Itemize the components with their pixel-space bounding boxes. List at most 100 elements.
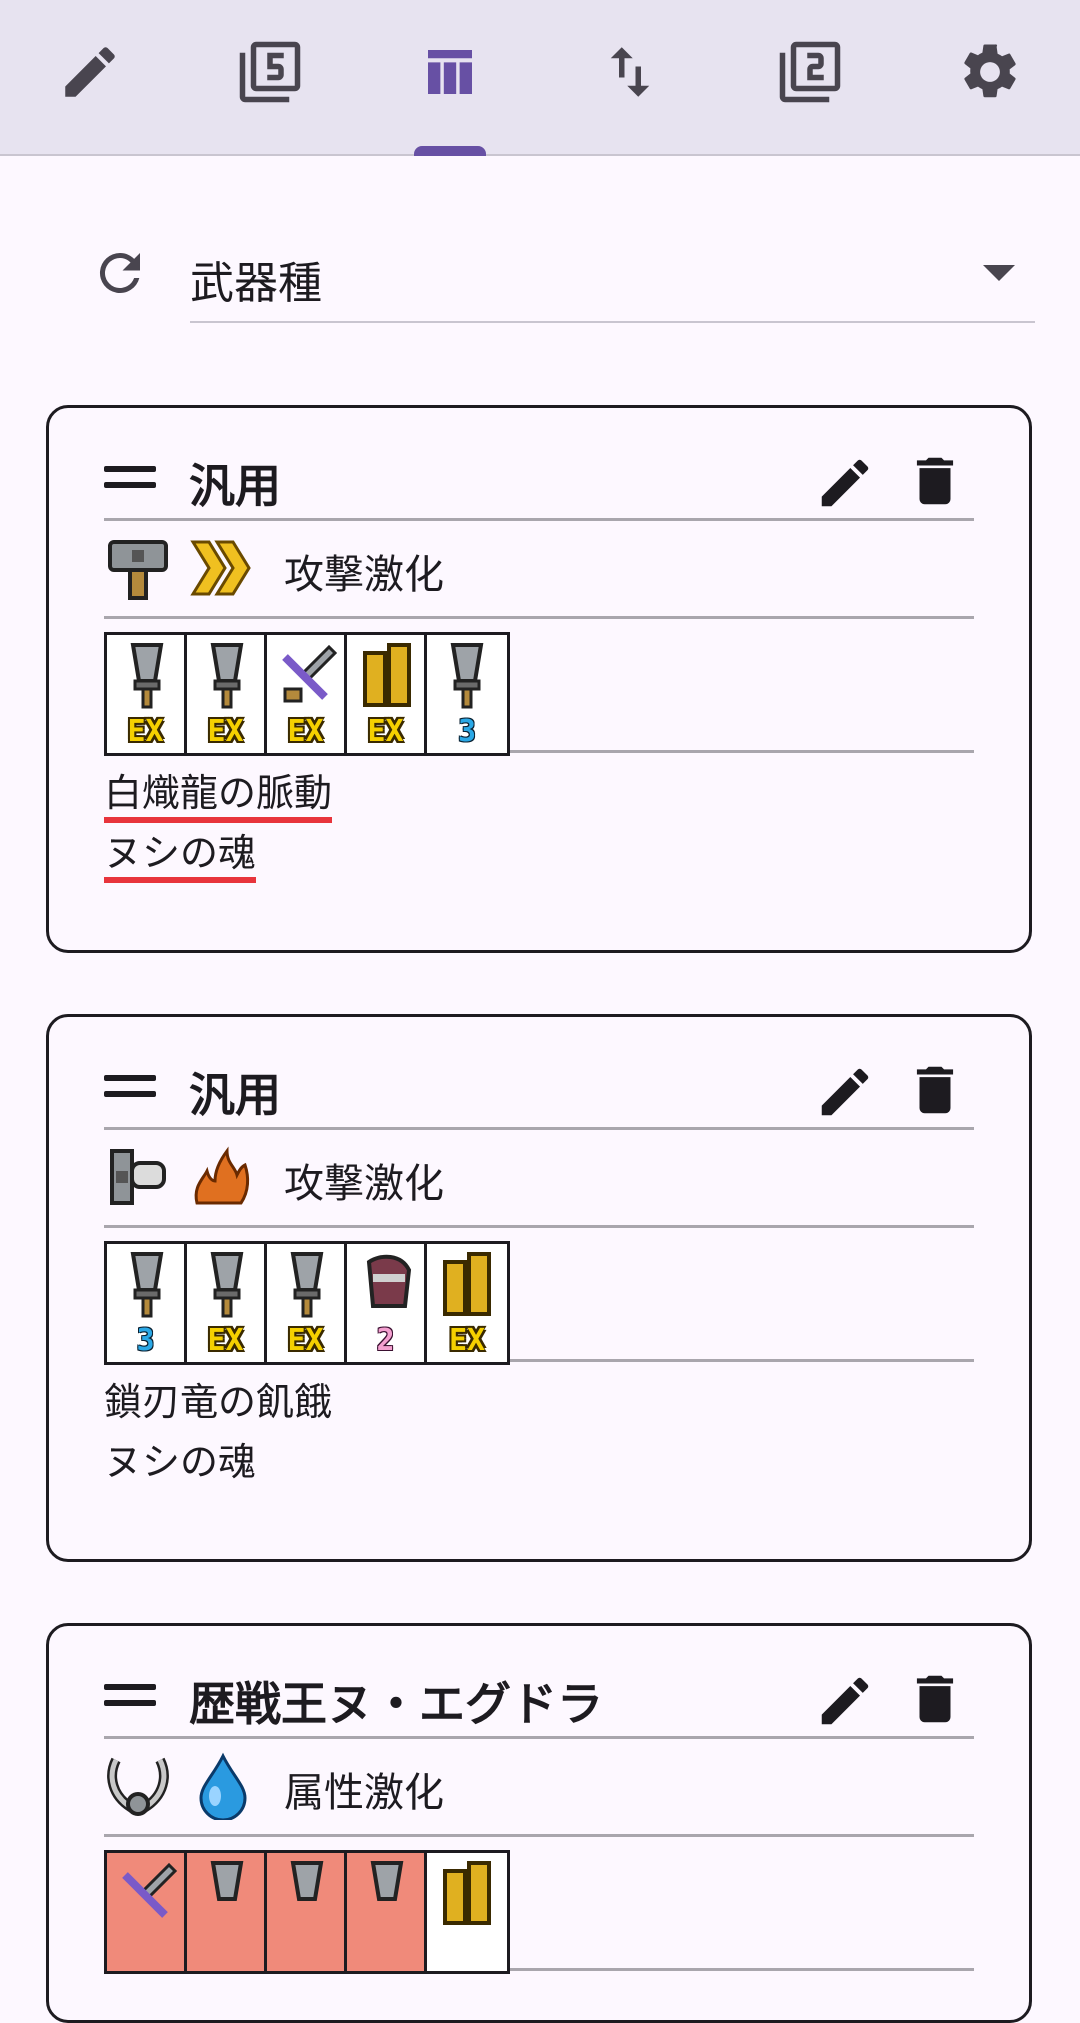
filter-5-icon [239,41,301,103]
decoration-slot[interactable]: EX [107,635,187,753]
slot-tag: EX [207,1323,244,1358]
skill-row: 攻撃激化 [104,1129,974,1228]
card-header: 歴戦王ヌ・エグドラ [104,1664,974,1739]
chevron-down-icon [983,265,1015,281]
decoration-slots: EX EX EX EX 3 [104,632,510,756]
decoration-slots: 3 EX EX 2 EX [104,1241,510,1365]
note-item: 鎖刃竜の飢餓 [104,1380,333,1424]
view-column-icon [428,50,472,94]
blade-icon [210,643,244,709]
tab-filter-5[interactable] [180,0,360,154]
blade-icon [290,1252,324,1318]
water-drop-icon [199,1752,247,1820]
decoration-slots-row: 3 EX EX 2 EX [104,1227,974,1365]
tab-edit[interactable] [0,0,180,154]
weapon-type-filter: 武器種 [80,235,1035,325]
blade-icon [370,1861,404,1901]
refresh-icon[interactable] [90,243,150,303]
tab-table[interactable] [360,0,540,156]
card-title: 汎用 [189,459,281,513]
filter-2-icon [779,41,841,103]
decoration-slot[interactable]: EX [187,1244,267,1362]
gunlance-weapon-icon [110,1149,166,1205]
armor-icon [363,643,411,707]
slot-tag: EX [448,1323,486,1358]
note-item: ヌシの魂 [104,829,257,883]
preset-card: 汎用 攻撃激化 EX EX EX EX 3 白熾龍の脈動 ヌシの魂 [46,405,1032,953]
blade-icon [450,643,484,709]
decoration-slot[interactable]: EX [427,1244,507,1362]
attack-boost-icon [190,540,251,596]
card-header: 汎用 [104,1055,974,1130]
preset-card: 汎用 攻撃激化 3 EX EX 2 EX 鎖刃竜の飢餓 ヌシの魂 [46,1014,1032,1562]
slot-tag: EX [207,714,244,749]
fire-icon [194,1146,250,1205]
decoration-slot[interactable]: 3 [107,1244,187,1362]
drag-handle-icon[interactable] [104,1684,156,1714]
edit-button[interactable] [814,1061,876,1123]
skill-label: 属性激化 [284,1770,444,1816]
card-notes: 鎖刃竜の飢餓 ヌシの魂 [104,1372,332,1492]
slot-tag: EX [287,714,324,749]
card-notes: 白熾龍の脈動 ヌシの魂 [104,763,333,883]
drag-handle-icon[interactable] [104,1075,156,1105]
weapon-type-select-value: 武器種 [190,258,322,309]
pencil-icon [65,47,115,97]
decoration-slot[interactable] [347,1853,427,1971]
delete-button[interactable] [904,1059,966,1121]
preset-card: 歴戦王ヌ・エグドラ 属性激化 [46,1623,1032,2023]
skill-label: 攻撃激化 [284,552,444,598]
weapon-type-select[interactable]: 武器種 [190,235,1035,323]
slot-tag: 3 [136,1323,155,1358]
skill-label: 攻撃激化 [284,1161,444,1207]
tab-settings[interactable] [900,0,1080,154]
decoration-slot[interactable]: EX [267,635,347,753]
sword-icon [282,644,337,703]
note-item: 白熾龍の脈動 [104,769,333,823]
decoration-slot[interactable]: 2 [347,1244,427,1362]
slot-tag: EX [127,714,164,749]
blade-icon [130,643,164,709]
swap-vert-icon [610,47,650,97]
gear-icon [964,44,1016,98]
decoration-slot[interactable]: EX [187,635,267,753]
edit-button[interactable] [814,452,876,514]
delete-button[interactable] [904,450,966,512]
drag-handle-icon[interactable] [104,466,156,496]
armor-icon [443,1252,491,1316]
sword-icon [122,1862,177,1918]
card-title: 汎用 [189,1068,281,1122]
decoration-slot[interactable]: EX [347,635,427,753]
note-item: ヌシの魂 [104,1440,257,1484]
slot-tag: 3 [457,714,477,749]
decoration-slot[interactable] [187,1853,267,1971]
card-header: 汎用 [104,446,974,521]
hammer-weapon-icon [108,540,168,600]
decoration-slot[interactable] [107,1853,187,1971]
blade-icon [210,1861,244,1901]
decoration-slot[interactable]: EX [267,1244,347,1362]
dual-blades-weapon-icon [107,1757,169,1816]
decoration-slots-row: EX EX EX EX 3 [104,618,974,756]
gauntlet-icon [366,1254,412,1308]
card-title: 歴戦王ヌ・エグドラ [189,1677,603,1731]
slot-tag: 2 [376,1323,395,1358]
armor-icon [443,1861,491,1925]
tab-sort[interactable] [540,0,720,154]
slot-tag: EX [367,714,404,749]
skill-row: 攻撃激化 [104,520,974,619]
delete-button[interactable] [904,1668,966,1730]
blade-icon [130,1252,164,1318]
blade-icon [210,1252,244,1318]
blade-icon [290,1861,324,1901]
decoration-slot[interactable] [427,1853,507,1971]
decoration-slots [104,1850,510,1974]
skill-row: 属性激化 [104,1738,974,1837]
decoration-slot[interactable]: 3 [427,635,507,753]
active-tab-indicator [414,146,486,156]
tab-filter-2[interactable] [720,0,900,154]
slot-tag: EX [287,1323,324,1358]
decoration-slots-row [104,1836,974,1974]
edit-button[interactable] [814,1670,876,1732]
decoration-slot[interactable] [267,1853,347,1971]
